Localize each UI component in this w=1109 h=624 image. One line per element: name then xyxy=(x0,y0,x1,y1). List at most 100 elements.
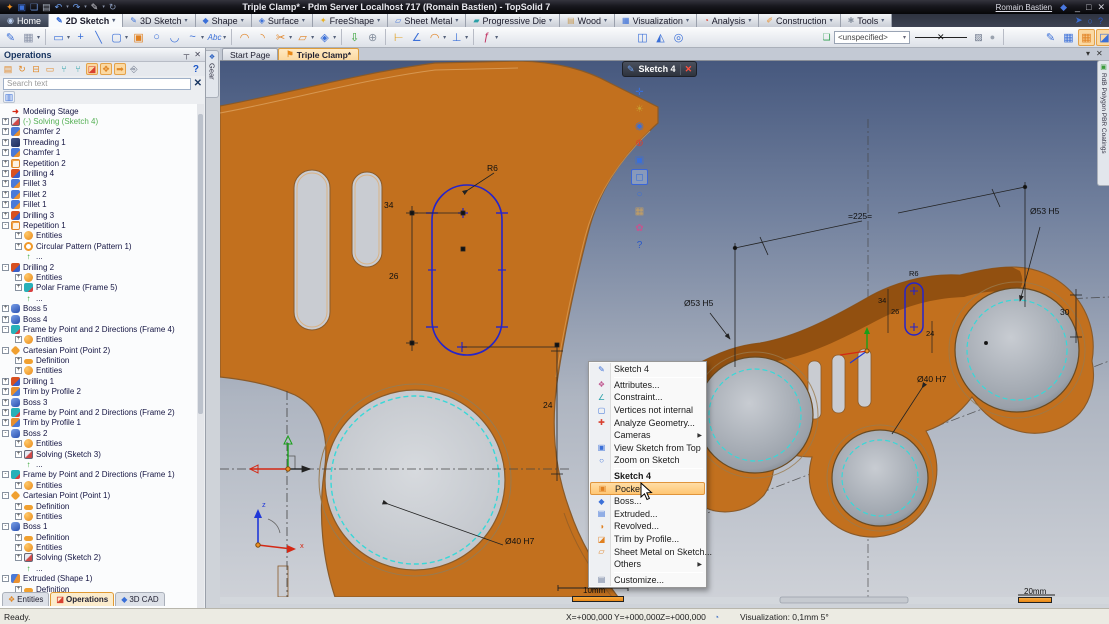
rectangle-icon[interactable]: ▢ xyxy=(108,29,125,46)
tree-item[interactable]: -Cartesian Point (Point 2) xyxy=(0,345,198,355)
tree-expander[interactable]: + xyxy=(2,149,9,156)
ribbon-tab-tools-caret[interactable]: ▾ xyxy=(881,17,884,24)
tree-expander[interactable]: + xyxy=(15,367,22,374)
tree-item[interactable]: +Solving (Sketch 3) xyxy=(0,449,198,459)
tree-expander[interactable]: - xyxy=(2,326,9,333)
tree-item[interactable]: +Boss 5 xyxy=(0,303,198,313)
menu-item-attributes[interactable]: ❖Attributes... xyxy=(590,379,705,392)
tree-display-toggle[interactable]: ▥ xyxy=(3,91,15,103)
profile-caret[interactable]: ▾ xyxy=(67,34,70,41)
sketch-style-icon[interactable]: ✎ xyxy=(1042,29,1059,46)
layer-icon[interactable]: ❏ xyxy=(820,29,833,46)
redo-caret[interactable]: ▾ xyxy=(84,2,87,12)
tree-item[interactable]: +Frame by Point and 2 Directions (Frame … xyxy=(0,407,198,417)
menu-item-analyze-geometry[interactable]: ✚Analyze Geometry... xyxy=(590,416,705,429)
tree-expander[interactable]: + xyxy=(2,305,9,312)
hatch-icon[interactable]: ▨ xyxy=(972,29,985,46)
tree-item[interactable]: +Boss 3 xyxy=(0,397,198,407)
tree-item[interactable]: +Boss 4 xyxy=(0,314,198,324)
ribbon-tab-2d-sketch-caret[interactable]: ▾ xyxy=(112,17,115,24)
ribbon-tab-tools[interactable]: ✱Tools▾ xyxy=(841,14,893,27)
tree-item[interactable]: ↑... xyxy=(0,251,198,261)
ribbon-tab-sheet-metal-caret[interactable]: ▾ xyxy=(455,17,458,24)
menu-item-revolved[interactable]: ◑Revolved... xyxy=(590,520,705,533)
tree-item[interactable]: +Solving (Sketch 2) xyxy=(0,553,198,563)
save-icon[interactable]: ▣ xyxy=(18,2,27,12)
tree-scrollbar-thumb[interactable] xyxy=(198,114,203,414)
tree-item[interactable]: +Drilling 1 xyxy=(0,376,198,386)
undo-icon[interactable]: ↶ xyxy=(55,2,63,12)
tree-item[interactable]: +Polar Frame (Frame 5) xyxy=(0,283,198,293)
tree-expander[interactable]: + xyxy=(15,554,22,561)
rectangle-caret[interactable]: ▾ xyxy=(125,34,128,41)
trim-icon[interactable]: ✂ xyxy=(272,29,289,46)
ribbon-tab-construction-caret[interactable]: ▾ xyxy=(830,17,833,24)
point-icon[interactable]: + xyxy=(72,29,89,46)
ribbon-tab-progressive-die-caret[interactable]: ▾ xyxy=(549,17,552,24)
transform-icon[interactable]: ◈ xyxy=(316,29,333,46)
tree-expander[interactable]: - xyxy=(2,264,9,271)
tree-expander[interactable]: + xyxy=(2,118,9,125)
tree-expander[interactable]: + xyxy=(2,378,9,385)
tree-item[interactable]: +Entities xyxy=(0,480,198,490)
tree-item[interactable]: +Entities xyxy=(0,511,198,521)
tree-item[interactable]: +Circular Pattern (Pattern 1) xyxy=(0,241,198,251)
edit-icon[interactable]: ✎ xyxy=(91,2,99,12)
coatings-collapsed-tab[interactable]: ▣ RdB Polygon PBR Coatings xyxy=(1097,60,1109,186)
doc-tab-triple-clamp-[interactable]: ⚑Triple Clamp* xyxy=(278,48,359,60)
menu-item-constraint[interactable]: ∠Constraint... xyxy=(590,391,705,404)
shade-icon[interactable]: ● xyxy=(986,29,999,46)
tree-item[interactable]: +Entities xyxy=(0,231,198,241)
perpendicular-constraint-icon[interactable]: ⊥ xyxy=(448,29,465,46)
edit-caret[interactable]: ▾ xyxy=(102,2,105,12)
panel-tab-operations[interactable]: ◪Operations xyxy=(50,592,114,606)
tree-item[interactable]: +Entities xyxy=(0,335,198,345)
tree-item[interactable]: +Definition xyxy=(0,501,198,511)
tree-expander[interactable]: + xyxy=(15,284,22,291)
offset-caret[interactable]: ▾ xyxy=(311,34,314,41)
tree-expander[interactable]: + xyxy=(15,534,22,541)
tree-expander[interactable]: - xyxy=(2,492,9,499)
tree-item[interactable]: +Trim by Profile 1 xyxy=(0,418,198,428)
panel-close-icon[interactable]: ✕ xyxy=(194,50,201,59)
section-view-icon[interactable]: ◫ xyxy=(634,29,651,46)
tree-expander[interactable]: + xyxy=(15,440,22,447)
refresh-icon[interactable]: ↻ xyxy=(109,2,117,12)
dimension-icon[interactable]: ⊢ xyxy=(390,29,407,46)
current-operation-icon[interactable]: ◪ xyxy=(86,63,98,75)
ribbon-tab-surface[interactable]: ◈Surface▾ xyxy=(252,14,313,27)
tree-item[interactable]: ↑... xyxy=(0,459,198,469)
sketch-edit-icon[interactable]: ✎ xyxy=(2,29,19,46)
monitor-icon[interactable]: ▣ xyxy=(631,152,648,168)
redo-icon[interactable]: ↷ xyxy=(73,2,81,12)
tree-expander[interactable]: + xyxy=(15,274,22,281)
tree-item[interactable]: +Chamfer 1 xyxy=(0,148,198,158)
menu-item-extruded[interactable]: ▤Extruded... xyxy=(590,508,705,521)
minimize-button[interactable]: _ xyxy=(1075,2,1080,13)
tree-item[interactable]: -Frame by Point and 2 Directions (Frame … xyxy=(0,470,198,480)
menu-item-view-sketch-from-top[interactable]: ▣View Sketch from Top xyxy=(590,442,705,455)
tree-expander[interactable]: + xyxy=(15,451,22,458)
tree-expander[interactable]: - xyxy=(2,575,9,582)
tree-expander[interactable]: - xyxy=(2,523,9,530)
tree-item[interactable]: +Entities xyxy=(0,542,198,552)
project-icon[interactable]: ⇩ xyxy=(346,29,363,46)
trim-caret[interactable]: ▾ xyxy=(289,34,292,41)
tree-item[interactable]: +Trim by Profile 2 xyxy=(0,387,198,397)
pin-icon[interactable]: ┬ xyxy=(184,50,190,59)
corner-icon[interactable]: ◝ xyxy=(254,29,271,46)
tree-expander[interactable]: - xyxy=(2,430,9,437)
gear-collapsed-tab[interactable]: ❖ Gear xyxy=(206,50,219,98)
zoom-icon[interactable]: ○ xyxy=(631,186,648,202)
tree-expander[interactable]: + xyxy=(15,232,22,239)
render-mode-icon[interactable]: ◪ xyxy=(1096,29,1109,46)
flashlight-icon[interactable]: ☀ xyxy=(631,101,648,117)
tree-expander[interactable]: - xyxy=(2,347,9,354)
grid-snap-icon[interactable]: ▦ xyxy=(1078,29,1095,46)
camera-icon[interactable]: ◉ xyxy=(631,118,648,134)
tree-item[interactable]: -Extruded (Shape 1) xyxy=(0,574,198,584)
tree-expander[interactable]: - xyxy=(2,222,9,229)
search-icon[interactable]: ○ xyxy=(1088,16,1093,26)
function-caret[interactable]: ▾ xyxy=(495,34,498,41)
grid-display-icon[interactable]: ▦ xyxy=(1060,29,1077,46)
